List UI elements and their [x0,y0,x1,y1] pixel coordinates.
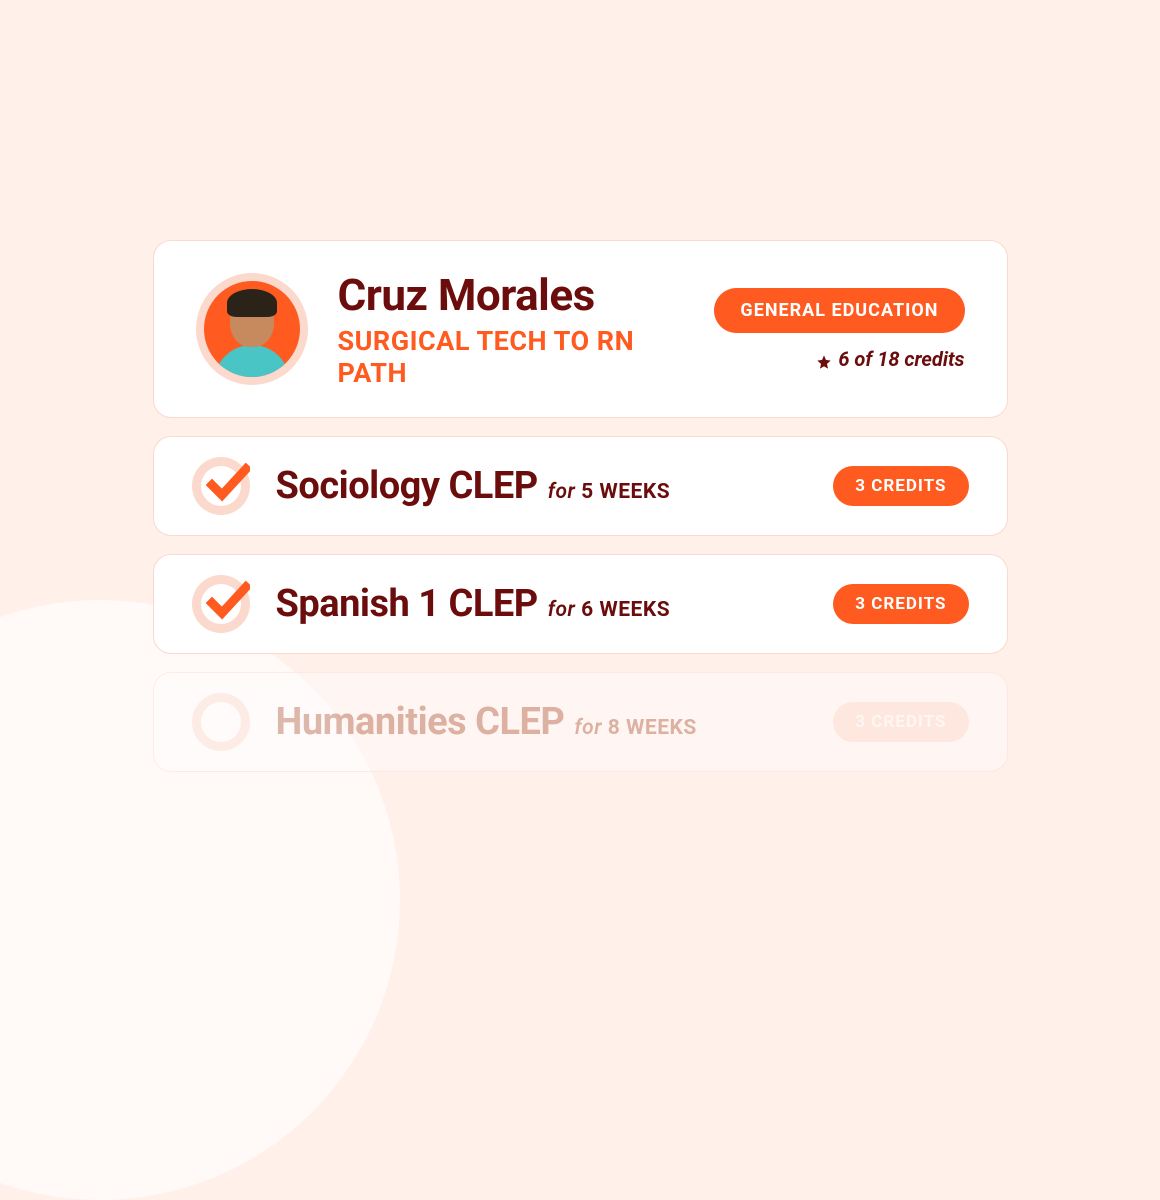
header-right: GENERAL EDUCATION 6 of 18 credits [714,288,964,371]
course-card-0[interactable]: Sociology CLEP for 5 WEEKS 3 CREDITS [153,436,1008,536]
course-card-1[interactable]: Spanish 1 CLEP for 6 WEEKS 3 CREDITS [153,554,1008,654]
student-path: SURGICAL TECH TO RN PATH [338,325,685,389]
course-title: Humanities CLEP [276,700,565,744]
avatar-photo [204,281,300,377]
course-title: Spanish 1 CLEP [276,582,538,626]
category-badge[interactable]: GENERAL EDUCATION [714,288,964,333]
status-complete-icon [192,457,250,515]
credits-progress-text: 6 of 18 credits [838,347,964,371]
course-card-2[interactable]: Humanities CLEP for 8 WEEKS 3 CREDITS [153,672,1008,772]
credits-badge[interactable]: 3 CREDITS [833,466,968,506]
course-text: Sociology CLEP for 5 WEEKS [276,464,808,508]
course-duration: for 5 WEEKS [548,480,670,504]
student-name: Cruz Morales [338,269,685,321]
status-incomplete-icon [192,693,250,751]
student-info: Cruz Morales SURGICAL TECH TO RN PATH [338,269,685,389]
course-duration: for 8 WEEKS [574,716,696,740]
credits-progress: 6 of 18 credits [816,347,964,371]
credits-badge[interactable]: 3 CREDITS [833,584,968,624]
avatar [196,273,308,385]
checkmark-icon [206,579,250,623]
main-container: Cruz Morales SURGICAL TECH TO RN PATH GE… [153,0,1008,772]
star-icon [816,351,832,367]
course-duration: for 6 WEEKS [548,598,670,622]
course-text: Spanish 1 CLEP for 6 WEEKS [276,582,808,626]
course-text: Humanities CLEP for 8 WEEKS [276,700,808,744]
status-complete-icon [192,575,250,633]
course-title: Sociology CLEP [276,464,538,508]
checkmark-icon [206,461,250,505]
credits-badge[interactable]: 3 CREDITS [833,702,968,742]
student-header-card: Cruz Morales SURGICAL TECH TO RN PATH GE… [153,240,1008,418]
